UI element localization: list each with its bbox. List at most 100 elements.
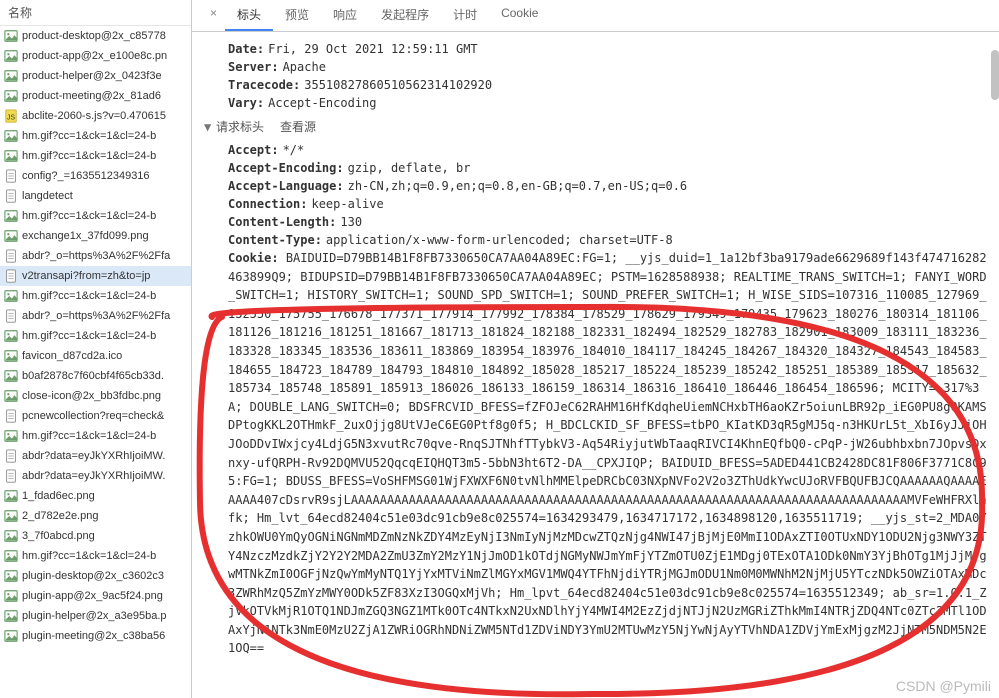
request-header-row: Accept-Language: zh-CN,zh;q=0.9,en;q=0.8… — [204, 177, 987, 195]
request-header-row: Accept: */* — [204, 141, 987, 159]
request-header-row: Content-Length: 130 — [204, 213, 987, 231]
tab-3[interactable]: 发起程序 — [369, 0, 441, 31]
chevron-down-icon: ▼ — [204, 120, 214, 134]
file-item-label: abdr?data=eyJkYXRhIjoiMW. — [22, 470, 165, 482]
file-item[interactable]: hm.gif?cc=1&ck=1&cl=24-b — [0, 146, 191, 166]
response-header-row: Date: Fri, 29 Oct 2021 12:59:11 GMT — [204, 40, 987, 58]
file-item[interactable]: JSabclite-2060-s.js?v=0.470615 — [0, 106, 191, 126]
tab-4[interactable]: 计时 — [441, 0, 489, 31]
file-item[interactable]: hm.gif?cc=1&ck=1&cl=24-b — [0, 286, 191, 306]
header-key: Accept: — [228, 143, 279, 157]
image-file-icon — [4, 209, 18, 223]
file-item[interactable]: 1_fdad6ec.png — [0, 486, 191, 506]
file-item-label: plugin-meeting@2x_c38ba56 — [22, 630, 165, 642]
tab-0[interactable]: 标头 — [225, 0, 273, 31]
close-tab-icon[interactable]: × — [202, 0, 225, 31]
main-panel: × 标头预览响应发起程序计时Cookie Date: Fri, 29 Oct 2… — [192, 0, 999, 698]
file-item[interactable]: abdr?data=eyJkYXRhIjoiMW. — [0, 466, 191, 486]
header-key: Content-Length: — [228, 215, 336, 229]
image-file-icon — [4, 349, 18, 363]
header-key: Accept-Language: — [228, 179, 344, 193]
file-item[interactable]: b0af2878c7f60cbf4f65cb33d. — [0, 366, 191, 386]
file-item[interactable]: product-app@2x_e100e8c.pn — [0, 46, 191, 66]
header-value: */* — [283, 143, 305, 157]
file-item[interactable]: product-desktop@2x_c85778 — [0, 26, 191, 46]
file-item[interactable]: pcnewcollection?req=check& — [0, 406, 191, 426]
image-file-icon — [4, 389, 18, 403]
file-item-label: 1_fdad6ec.png — [22, 490, 95, 502]
image-file-icon — [4, 549, 18, 563]
file-item[interactable]: hm.gif?cc=1&ck=1&cl=24-b — [0, 546, 191, 566]
file-item-label: product-helper@2x_0423f3e — [22, 70, 162, 82]
file-item[interactable]: hm.gif?cc=1&ck=1&cl=24-b — [0, 326, 191, 346]
doc-file-icon — [4, 169, 18, 183]
image-file-icon — [4, 49, 18, 63]
tab-2[interactable]: 响应 — [321, 0, 369, 31]
image-file-icon — [4, 529, 18, 543]
image-file-icon — [4, 589, 18, 603]
response-header-row: Tracecode: 35510827860510562314102920 — [204, 76, 987, 94]
file-item[interactable]: abdr?data=eyJkYXRhIjoiMW. — [0, 446, 191, 466]
tab-5[interactable]: Cookie — [489, 0, 550, 31]
header-value: Accept-Encoding — [268, 96, 376, 110]
header-value: Apache — [283, 60, 326, 74]
scrollbar-thumb[interactable] — [991, 50, 999, 100]
image-file-icon — [4, 489, 18, 503]
file-item-label: b0af2878c7f60cbf4f65cb33d. — [22, 370, 164, 382]
image-file-icon — [4, 329, 18, 343]
file-item[interactable]: favicon_d87cd2a.ico — [0, 346, 191, 366]
cookie-value: BAIDUID=D79BB14B1F8FB7330650CA7AA04A89EC… — [228, 251, 987, 655]
file-item[interactable]: plugin-desktop@2x_c3602c3 — [0, 566, 191, 586]
file-item[interactable]: abdr?_o=https%3A%2F%2Ffa — [0, 246, 191, 266]
view-source-link[interactable]: 查看源 — [280, 118, 316, 135]
file-item[interactable]: close-icon@2x_bb3fdbc.png — [0, 386, 191, 406]
file-item-label: 3_7f0abcd.png — [22, 530, 95, 542]
file-item[interactable]: hm.gif?cc=1&ck=1&cl=24-b — [0, 426, 191, 446]
file-item[interactable]: plugin-helper@2x_a3e95ba.p — [0, 606, 191, 626]
file-item[interactable]: langdetect — [0, 186, 191, 206]
header-value: gzip, deflate, br — [348, 161, 471, 175]
image-file-icon — [4, 569, 18, 583]
file-item[interactable]: hm.gif?cc=1&ck=1&cl=24-b — [0, 206, 191, 226]
header-value: 130 — [340, 215, 362, 229]
file-item[interactable]: 2_d782e2e.png — [0, 506, 191, 526]
file-item[interactable]: plugin-app@2x_9ac5f24.png — [0, 586, 191, 606]
tab-1[interactable]: 预览 — [273, 0, 321, 31]
header-key: Server: — [228, 60, 279, 74]
file-item[interactable]: 3_7f0abcd.png — [0, 526, 191, 546]
file-item[interactable]: product-helper@2x_0423f3e — [0, 66, 191, 86]
file-item-label: product-desktop@2x_c85778 — [22, 30, 166, 42]
header-value: application/x-www-form-urlencoded; chars… — [326, 233, 673, 247]
file-item-label: hm.gif?cc=1&ck=1&cl=24-b — [22, 330, 156, 342]
response-header-row: Server: Apache — [204, 58, 987, 76]
file-item[interactable]: abdr?_o=https%3A%2F%2Ffa — [0, 306, 191, 326]
request-header-row: Content-Type: application/x-www-form-url… — [204, 231, 987, 249]
file-item[interactable]: config?_=1635512349316 — [0, 166, 191, 186]
file-item-label: hm.gif?cc=1&ck=1&cl=24-b — [22, 210, 156, 222]
file-item-label: plugin-helper@2x_a3e95ba.p — [22, 610, 167, 622]
file-item-label: langdetect — [22, 190, 73, 202]
js-file-icon: JS — [4, 109, 18, 123]
file-item[interactable]: product-meeting@2x_81ad6 — [0, 86, 191, 106]
request-header-row: Accept-Encoding: gzip, deflate, br — [204, 159, 987, 177]
file-item[interactable]: hm.gif?cc=1&ck=1&cl=24-b — [0, 126, 191, 146]
file-item[interactable]: v2transapi?from=zh&to=jp — [0, 266, 191, 286]
request-headers-section[interactable]: ▼ 请求标头 查看源 — [204, 112, 987, 141]
doc-file-icon — [4, 409, 18, 423]
doc-file-icon — [4, 189, 18, 203]
doc-file-icon — [4, 269, 18, 283]
file-item-label: plugin-app@2x_9ac5f24.png — [22, 590, 163, 602]
header-key: Connection: — [228, 197, 307, 211]
image-file-icon — [4, 149, 18, 163]
header-key: Date: — [228, 42, 264, 56]
image-file-icon — [4, 509, 18, 523]
file-item[interactable]: exchange1x_37fd099.png — [0, 226, 191, 246]
file-item[interactable]: plugin-meeting@2x_c38ba56 — [0, 626, 191, 646]
file-item-label: product-meeting@2x_81ad6 — [22, 90, 161, 102]
file-item-label: abdr?data=eyJkYXRhIjoiMW. — [22, 450, 165, 462]
image-file-icon — [4, 369, 18, 383]
image-file-icon — [4, 89, 18, 103]
image-file-icon — [4, 29, 18, 43]
image-file-icon — [4, 609, 18, 623]
file-item-label: 2_d782e2e.png — [22, 510, 98, 522]
